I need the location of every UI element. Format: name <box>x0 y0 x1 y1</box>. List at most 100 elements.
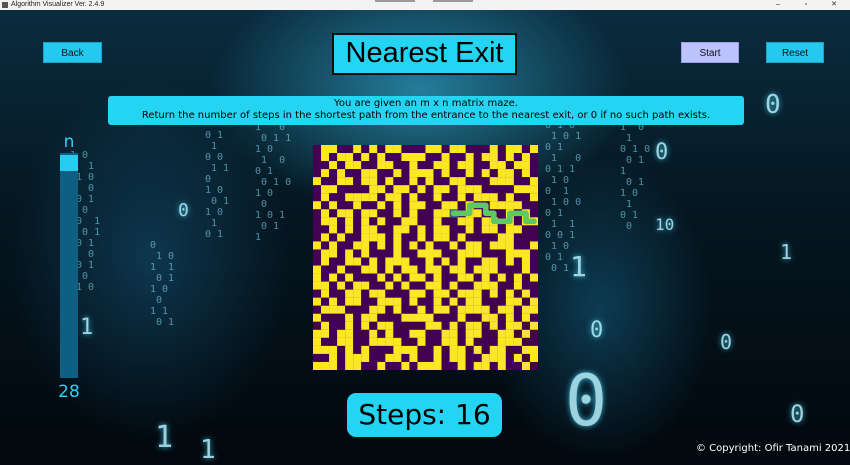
maze-open-cell[interactable] <box>377 273 386 282</box>
maze-open-cell[interactable] <box>345 153 354 162</box>
maze-open-cell[interactable] <box>481 217 490 226</box>
maze-open-cell[interactable] <box>489 265 498 274</box>
maze-open-cell[interactable] <box>505 313 514 322</box>
maze-open-cell[interactable] <box>481 273 490 282</box>
maze-open-cell[interactable] <box>513 337 522 346</box>
maze-wall-cell[interactable] <box>425 153 434 162</box>
maze-open-cell[interactable] <box>449 265 458 274</box>
maze-open-cell[interactable] <box>377 185 386 194</box>
maze-wall-cell[interactable] <box>521 145 531 154</box>
maze-wall-cell[interactable] <box>385 241 394 250</box>
maze-open-cell[interactable] <box>513 353 522 363</box>
maze-open-cell[interactable] <box>377 241 386 250</box>
maze-open-cell[interactable] <box>417 225 426 234</box>
maze-open-cell[interactable] <box>385 265 394 274</box>
maze-wall-cell[interactable] <box>497 145 506 154</box>
maze-open-cell[interactable] <box>497 201 506 210</box>
maze-open-cell[interactable] <box>529 241 538 250</box>
maze-open-cell[interactable] <box>361 265 370 274</box>
maze-wall-cell[interactable] <box>473 337 482 346</box>
maze-open-cell[interactable] <box>329 225 338 234</box>
maze-wall-cell[interactable] <box>337 257 346 266</box>
maze-wall-cell[interactable] <box>401 321 410 330</box>
maze-wall-cell[interactable] <box>473 169 482 178</box>
maze-open-cell[interactable] <box>321 217 330 226</box>
maze-wall-cell[interactable] <box>329 313 338 322</box>
maze-wall-cell[interactable] <box>457 281 466 290</box>
maze-wall-cell[interactable] <box>505 265 514 274</box>
maze-open-cell[interactable] <box>521 161 531 170</box>
maze-wall-cell[interactable] <box>377 281 386 290</box>
maze-open-cell[interactable] <box>377 321 386 330</box>
maze-wall-cell[interactable] <box>313 353 322 363</box>
maze-open-cell[interactable] <box>409 345 418 354</box>
maze-wall-cell[interactable] <box>425 217 434 226</box>
maze-open-cell[interactable] <box>521 313 531 322</box>
maze-open-cell[interactable] <box>529 297 538 306</box>
maze-open-cell[interactable] <box>497 305 506 314</box>
maze-open-cell[interactable] <box>457 361 466 370</box>
maze-wall-cell[interactable] <box>441 297 450 306</box>
maze-wall-cell[interactable] <box>457 201 466 210</box>
maze-wall-cell[interactable] <box>321 225 330 234</box>
maze-wall-cell[interactable] <box>513 305 522 314</box>
maze-open-cell[interactable] <box>489 257 498 266</box>
maze-open-cell[interactable] <box>497 353 506 363</box>
maze-wall-cell[interactable] <box>441 281 450 290</box>
maze-wall-cell[interactable] <box>529 289 538 298</box>
maze-wall-cell[interactable] <box>433 153 442 162</box>
maze-wall-cell[interactable] <box>441 361 450 370</box>
maze-open-cell[interactable] <box>513 201 522 210</box>
maze-wall-cell[interactable] <box>345 145 354 154</box>
maze-open-cell[interactable] <box>489 145 498 154</box>
maze-open-cell[interactable] <box>433 273 442 282</box>
maze-open-cell[interactable] <box>433 321 442 330</box>
maze-open-cell[interactable] <box>345 321 354 330</box>
maze-wall-cell[interactable] <box>353 217 362 226</box>
maze-wall-cell[interactable] <box>353 337 362 346</box>
maze-wall-cell[interactable] <box>353 185 362 194</box>
maze-wall-cell[interactable] <box>401 289 410 298</box>
maze-open-cell[interactable] <box>321 361 330 370</box>
maze-wall-cell[interactable] <box>457 153 466 162</box>
close-icon[interactable]: ✕ <box>824 0 844 10</box>
maze-open-cell[interactable] <box>337 209 346 218</box>
maze-open-cell[interactable] <box>449 281 458 290</box>
maze-open-cell[interactable] <box>385 145 394 154</box>
maze-open-cell[interactable] <box>321 281 330 290</box>
maze-wall-cell[interactable] <box>425 337 434 346</box>
maze-wall-cell[interactable] <box>337 241 346 250</box>
maze-open-cell[interactable] <box>441 201 450 210</box>
maze-wall-cell[interactable] <box>329 177 338 186</box>
maze-open-cell[interactable] <box>449 337 458 346</box>
maze-open-cell[interactable] <box>465 273 474 282</box>
maze-wall-cell[interactable] <box>369 297 378 306</box>
maze-wall-cell[interactable] <box>345 305 354 314</box>
maze-open-cell[interactable] <box>353 201 362 210</box>
maze-open-cell[interactable] <box>441 305 450 314</box>
maze-open-cell[interactable] <box>441 153 450 162</box>
maze-wall-cell[interactable] <box>513 169 522 178</box>
maze-wall-cell[interactable] <box>313 233 322 242</box>
maze-open-cell[interactable] <box>521 185 531 194</box>
maze-wall-cell[interactable] <box>457 169 466 178</box>
maze-open-cell[interactable] <box>361 321 370 330</box>
maze-wall-cell[interactable] <box>433 201 442 210</box>
maze-wall-cell[interactable] <box>313 193 322 202</box>
maze-open-cell[interactable] <box>465 185 474 194</box>
maze-open-cell[interactable] <box>505 225 514 234</box>
maze-wall-cell[interactable] <box>449 153 458 162</box>
maze-open-cell[interactable] <box>425 249 434 258</box>
maze-wall-cell[interactable] <box>425 289 434 298</box>
maze-open-cell[interactable] <box>409 265 418 274</box>
maze-open-cell[interactable] <box>425 321 434 330</box>
maze-open-cell[interactable] <box>489 345 498 354</box>
maze-open-cell[interactable] <box>361 233 370 242</box>
maze-wall-cell[interactable] <box>441 217 450 226</box>
maze-wall-cell[interactable] <box>321 313 330 322</box>
maze-wall-cell[interactable] <box>497 209 506 218</box>
maze-wall-cell[interactable] <box>481 337 490 346</box>
maze-wall-cell[interactable] <box>401 249 410 258</box>
maze-wall-cell[interactable] <box>513 233 522 242</box>
maze-wall-cell[interactable] <box>321 297 330 306</box>
